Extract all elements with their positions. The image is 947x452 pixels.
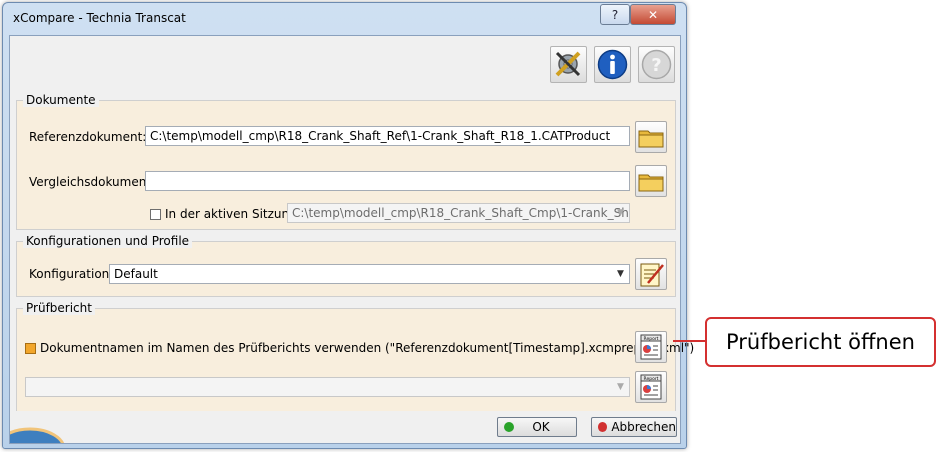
callout-box: Prüfbericht öffnen xyxy=(705,317,936,367)
callout-connector xyxy=(673,340,706,342)
callout-text: Prüfbericht öffnen xyxy=(726,330,915,354)
